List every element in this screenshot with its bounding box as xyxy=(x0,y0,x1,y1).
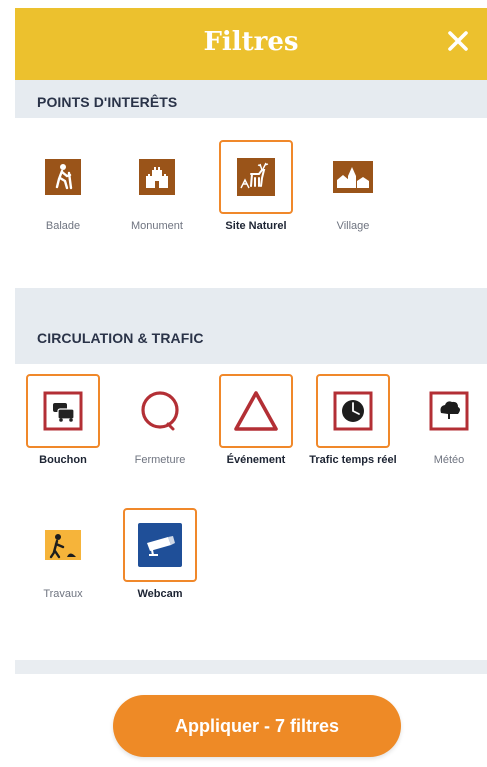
section-title-poi: POINTS D'INTERÊTS xyxy=(37,94,178,110)
filter-trafic-temps-reel[interactable]: Trafic temps réel xyxy=(305,374,401,467)
filter-monument-box xyxy=(120,140,194,214)
filter-fermeture-box xyxy=(123,374,197,448)
filter-bouchon-box xyxy=(26,374,100,448)
filter-meteo[interactable]: Météo xyxy=(401,374,487,467)
traffic-jam-icon xyxy=(43,391,83,431)
filter-evenement-label: Événement xyxy=(226,454,286,466)
filter-site-naturel-label: Site Naturel xyxy=(225,220,287,232)
castle-icon xyxy=(139,159,175,195)
filter-evenement[interactable]: Événement xyxy=(208,374,304,467)
filter-webcam[interactable]: Webcam xyxy=(112,508,208,601)
filter-trafic-temps-reel-box xyxy=(316,374,390,448)
filter-meteo-box xyxy=(412,374,486,448)
deer-icon xyxy=(237,158,275,196)
filter-meteo-label: Météo xyxy=(433,454,465,466)
filters-panel: Filtres POINTS D'INTERÊTS Balade Monumen… xyxy=(15,8,487,767)
filter-monument[interactable]: Monument xyxy=(109,140,205,233)
filter-balade-box xyxy=(26,140,100,214)
cloud-icon xyxy=(429,391,469,431)
filter-bouchon[interactable]: Bouchon xyxy=(15,374,111,467)
filter-balade-label: Balade xyxy=(45,220,81,232)
filter-trafic-temps-reel-label: Trafic temps réel xyxy=(309,454,397,466)
filter-fermeture[interactable]: Fermeture xyxy=(112,374,208,467)
filter-site-naturel-box xyxy=(219,140,293,214)
filter-bouchon-label: Bouchon xyxy=(39,454,87,466)
filter-webcam-label: Webcam xyxy=(137,588,183,600)
filter-travaux-box xyxy=(26,508,100,582)
village-icon xyxy=(333,161,373,193)
hiker-icon xyxy=(45,159,81,195)
header-bar: Filtres xyxy=(15,8,487,80)
page-title: Filtres xyxy=(203,27,299,57)
filter-travaux[interactable]: Travaux xyxy=(15,508,111,601)
filter-fermeture-label: Fermeture xyxy=(134,454,186,466)
filter-travaux-label: Travaux xyxy=(43,588,83,600)
close-button[interactable] xyxy=(443,26,473,56)
apply-filters-button[interactable]: Appliquer - 7 filtres xyxy=(113,695,401,757)
clock-icon xyxy=(333,391,373,431)
section-header-traffic: CIRCULATION & TRAFIC xyxy=(15,288,487,364)
filter-site-naturel[interactable]: Site Naturel xyxy=(208,140,304,233)
filter-village[interactable]: Village xyxy=(305,140,401,233)
filter-monument-label: Monument xyxy=(131,220,183,232)
webcam-icon xyxy=(138,523,182,567)
footer-separator xyxy=(15,660,487,674)
filter-evenement-box xyxy=(219,374,293,448)
section-header-poi: POINTS D'INTERÊTS xyxy=(15,80,487,118)
roadworks-icon xyxy=(45,530,81,560)
warning-triangle-icon xyxy=(234,391,278,431)
section-title-traffic: CIRCULATION & TRAFIC xyxy=(37,330,204,346)
close-icon xyxy=(448,31,468,51)
closure-circle-icon xyxy=(141,391,179,431)
filter-village-label: Village xyxy=(336,220,370,232)
filter-village-box xyxy=(316,140,390,214)
filter-balade[interactable]: Balade xyxy=(15,140,111,233)
filter-webcam-box xyxy=(123,508,197,582)
